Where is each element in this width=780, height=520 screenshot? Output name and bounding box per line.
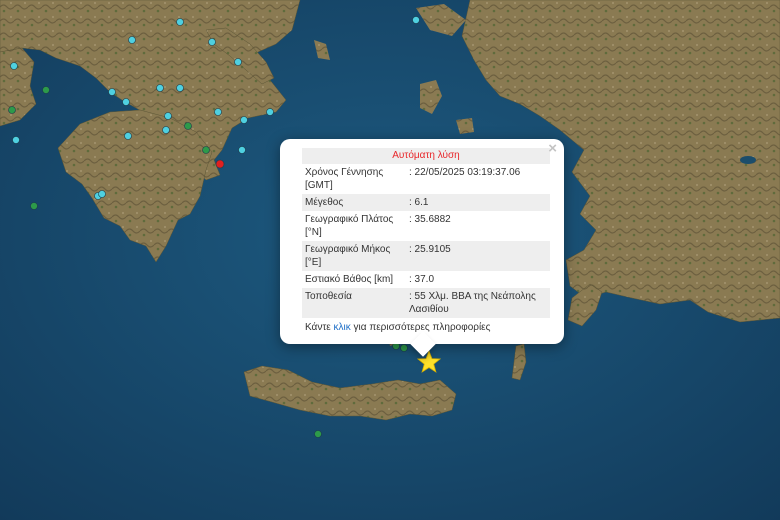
- info-row-longitude: Γεωγραφικό Μήκος [°E] : 25.9105: [302, 241, 550, 271]
- more-info-link[interactable]: κλικ: [334, 322, 351, 333]
- event-marker[interactable]: [162, 126, 170, 134]
- info-row-latitude: Γεωγραφικό Πλάτος [°N] : 35.6882: [302, 211, 550, 241]
- event-marker[interactable]: [184, 122, 192, 130]
- close-icon[interactable]: ×: [548, 141, 557, 157]
- event-marker[interactable]: [8, 106, 16, 114]
- event-marker[interactable]: [412, 16, 420, 24]
- event-marker[interactable]: [266, 108, 274, 116]
- event-marker[interactable]: [124, 132, 132, 140]
- footer-prefix: Κάντε: [305, 322, 331, 333]
- info-label: Μέγεθος: [302, 194, 406, 211]
- info-label: Χρόνος Γέννησης [GMT]: [305, 167, 384, 191]
- event-marker[interactable]: [240, 116, 248, 124]
- info-label: Τοποθεσία: [302, 288, 406, 318]
- info-value: : 22/05/2025 03:19:37.06: [409, 167, 521, 178]
- info-label: Εστιακό Βάθος [km]: [305, 274, 394, 285]
- info-value: : 35.6882: [409, 214, 451, 225]
- popup-footer: Κάντε κλικ για περισσότερες πληροφορίες: [302, 318, 550, 334]
- event-marker[interactable]: [314, 430, 322, 438]
- info-value: : 55 Χλμ. ΒΒΑ της Νεάπολης Λασιθίου: [406, 288, 550, 318]
- event-marker[interactable]: [10, 62, 18, 70]
- info-row-depth: Εστιακό Βάθος [km] : 37.0: [302, 271, 550, 288]
- event-marker[interactable]: [208, 38, 216, 46]
- popup-title: Αυτόματη λύση: [302, 148, 550, 164]
- earthquake-info-popup: × Αυτόματη λύση Χρόνος Γέννησης [GMT] : …: [280, 139, 564, 357]
- event-marker[interactable]: [128, 36, 136, 44]
- info-value: : 37.0: [409, 274, 435, 285]
- event-marker[interactable]: [164, 112, 172, 120]
- info-label: Γεωγραφικό Μήκος [°E]: [302, 241, 406, 271]
- event-marker[interactable]: [214, 108, 222, 116]
- event-marker[interactable]: [122, 98, 130, 106]
- event-marker[interactable]: [238, 146, 246, 154]
- event-marker[interactable]: [400, 344, 408, 352]
- event-marker[interactable]: [42, 86, 50, 94]
- event-marker[interactable]: [176, 18, 184, 26]
- event-marker[interactable]: [30, 202, 38, 210]
- info-value: : 6.1: [406, 194, 550, 211]
- event-marker[interactable]: [108, 88, 116, 96]
- event-marker[interactable]: [234, 58, 242, 66]
- info-row-location: Τοποθεσία : 55 Χλμ. ΒΒΑ της Νεάπολης Λασ…: [302, 288, 550, 318]
- earthquake-info-table: Χρόνος Γέννησης [GMT] : 22/05/2025 03:19…: [302, 164, 550, 318]
- info-row-magnitude: Μέγεθος : 6.1: [302, 194, 550, 211]
- event-marker[interactable]: [12, 136, 20, 144]
- event-marker[interactable]: [156, 84, 164, 92]
- info-label: Γεωγραφικό Πλάτος [°N]: [305, 214, 394, 238]
- event-marker[interactable]: [202, 146, 210, 154]
- event-marker[interactable]: [98, 190, 106, 198]
- event-marker[interactable]: [215, 159, 225, 169]
- info-row-origin-time: Χρόνος Γέννησης [GMT] : 22/05/2025 03:19…: [302, 164, 550, 194]
- lake: [740, 156, 756, 164]
- event-marker[interactable]: [176, 84, 184, 92]
- info-value: : 25.9105: [406, 241, 550, 271]
